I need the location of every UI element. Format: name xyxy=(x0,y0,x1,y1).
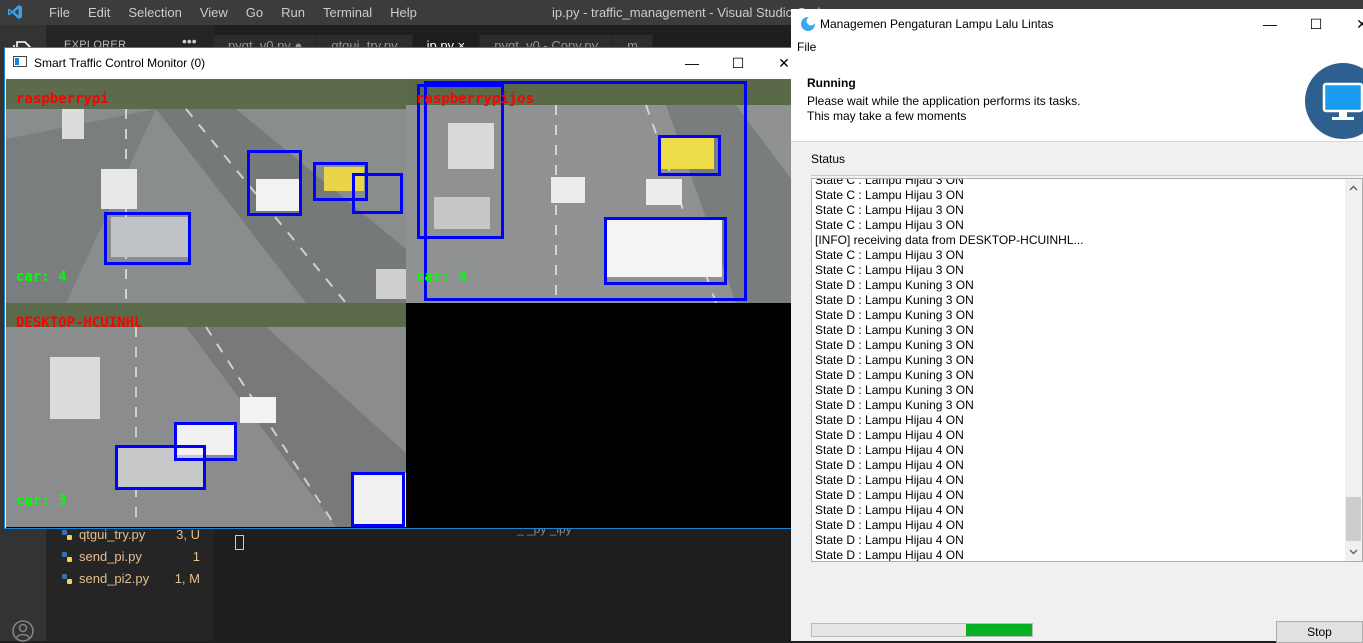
maximize-button[interactable]: ☐ xyxy=(715,48,761,78)
manager-title: Managemen Pengaturan Lampu Lalu Lintas xyxy=(820,17,1054,31)
header-title: Running xyxy=(807,76,856,90)
progress-fill xyxy=(966,624,1032,636)
detection-box xyxy=(104,212,191,265)
progress-bar xyxy=(811,623,1033,637)
log-line: State C : Lampu Hijau 3 ON xyxy=(815,178,964,187)
minimize-button[interactable]: — xyxy=(669,48,715,78)
detection-box xyxy=(174,422,237,461)
log-line: State D : Lampu Kuning 3 ON xyxy=(815,398,974,412)
python-file-icon xyxy=(62,574,72,584)
window-app-icon xyxy=(13,56,27,67)
log-line: State D : Lampu Kuning 3 ON xyxy=(815,278,974,292)
log-line: State D : Lampu Hijau 4 ON xyxy=(815,518,964,532)
log-line: State D : Lampu Hijau 4 ON xyxy=(815,548,964,562)
log-line: State D : Lampu Hijau 4 ON xyxy=(815,488,964,502)
camera-feed-raspberrypi: raspberrypi car: 4 xyxy=(6,79,406,303)
file-status: 1 xyxy=(192,549,200,564)
feed-car-count: car: 4 xyxy=(16,269,67,285)
menu-file[interactable]: File xyxy=(797,40,816,54)
log-line: [INFO] receiving data from DESKTOP-HCUIN… xyxy=(815,233,1084,247)
minimize-button[interactable]: — xyxy=(1247,9,1293,39)
log-line: State D : Lampu Hijau 4 ON xyxy=(815,533,964,547)
account-icon[interactable] xyxy=(11,619,35,643)
file-name: send_pi.py xyxy=(79,549,142,564)
log-line: State D : Lampu Kuning 3 ON xyxy=(815,353,974,367)
log-line: State D : Lampu Kuning 3 ON xyxy=(815,368,974,382)
monitor-title: Smart Traffic Control Monitor (0) xyxy=(34,56,206,70)
scroll-down-icon[interactable] xyxy=(1348,546,1359,557)
status-divider xyxy=(811,175,1363,176)
file-status: 1, M xyxy=(174,571,200,586)
feed-device-name: raspberrypi xyxy=(16,91,109,107)
detection-box xyxy=(351,472,405,527)
log-line: State D : Lampu Hijau 4 ON xyxy=(815,458,964,472)
log-line: State D : Lampu Kuning 3 ON xyxy=(815,293,974,307)
vscode-menubar: File Edit Selection View Go Run Terminal… xyxy=(40,0,426,25)
python-file-icon xyxy=(62,552,72,562)
stop-button[interactable]: Stop xyxy=(1276,621,1363,643)
log-line: State D : Lampu Hijau 4 ON xyxy=(815,473,964,487)
vscode-logo-icon xyxy=(8,5,22,19)
log-line: State D : Lampu Kuning 3 ON xyxy=(815,308,974,322)
log-line: State C : Lampu Hijau 3 ON xyxy=(815,248,964,262)
terminal-cursor xyxy=(235,535,244,550)
file-item-send-pi[interactable]: send_pi.py 1 xyxy=(62,546,212,568)
detection-box xyxy=(247,150,302,216)
close-button[interactable]: ✕ xyxy=(1339,9,1363,39)
camera-feed-raspberrypijos: raspberrypijos car: 4 xyxy=(406,79,806,303)
menu-help[interactable]: Help xyxy=(381,0,426,25)
monitor-titlebar[interactable]: Smart Traffic Control Monitor (0) — ☐ ✕ xyxy=(5,48,806,78)
detection-box xyxy=(604,217,727,285)
detection-box xyxy=(352,173,403,214)
file-item-send-pi2[interactable]: send_pi2.py 1, M xyxy=(62,568,212,590)
menu-run[interactable]: Run xyxy=(272,0,314,25)
scroll-thumb[interactable] xyxy=(1346,497,1361,541)
log-line: State D : Lampu Hijau 4 ON xyxy=(815,443,964,457)
menu-terminal[interactable]: Terminal xyxy=(314,0,381,25)
app-icon xyxy=(801,16,816,31)
traffic-monitor-window: Smart Traffic Control Monitor (0) — ☐ ✕ xyxy=(4,47,807,529)
wizard-header: Running Please wait while the applicatio… xyxy=(791,59,1363,142)
menu-go[interactable]: Go xyxy=(237,0,272,25)
python-file-icon xyxy=(62,530,72,540)
feed-device-name: raspberrypijos xyxy=(416,91,535,107)
log-line: State D : Lampu Kuning 3 ON xyxy=(815,383,974,397)
maximize-button[interactable]: ☐ xyxy=(1293,9,1339,39)
log-line: State D : Lampu Hijau 4 ON xyxy=(815,428,964,442)
feed-device-name: DESKTOP-HCUINHL xyxy=(16,315,143,331)
file-name: send_pi2.py xyxy=(79,571,150,586)
menu-selection[interactable]: Selection xyxy=(119,0,190,25)
header-subtitle: Please wait while the application perfor… xyxy=(807,94,1081,108)
manager-titlebar[interactable]: Managemen Pengaturan Lampu Lalu Lintas —… xyxy=(791,9,1363,39)
manager-menubar: File xyxy=(791,39,1363,59)
camera-feed-empty xyxy=(406,303,806,527)
log-line: State C : Lampu Hijau 3 ON xyxy=(815,188,964,202)
log-line: State C : Lampu Hijau 3 ON xyxy=(815,263,964,277)
log-scrollbar[interactable] xyxy=(1345,179,1362,561)
log-line: State D : Lampu Kuning 3 ON xyxy=(815,323,974,337)
camera-grid: raspberrypi car: 4 raspberrypijos car: 4… xyxy=(6,79,806,528)
traffic-manager-window: Managemen Pengaturan Lampu Lalu Lintas —… xyxy=(791,9,1363,643)
scroll-up-icon[interactable] xyxy=(1348,183,1359,194)
menu-file[interactable]: File xyxy=(40,0,79,25)
camera-feed-desktop-hcuinhl: DESKTOP-HCUINHL car: 3 xyxy=(6,303,406,527)
menu-view[interactable]: View xyxy=(191,0,237,25)
log-line: State D : Lampu Hijau 4 ON xyxy=(815,413,964,427)
feed-car-count: car: 4 xyxy=(416,269,467,285)
log-line: State C : Lampu Hijau 3 ON xyxy=(815,203,964,217)
menu-edit[interactable]: Edit xyxy=(79,0,119,25)
status-label: Status xyxy=(811,152,846,166)
detection-box xyxy=(658,135,721,176)
status-log[interactable]: State C : Lampu Hijau 3 ON State C : Lamp… xyxy=(811,178,1363,562)
header-note: This may take a few moments xyxy=(807,109,967,123)
log-line: State D : Lampu Kuning 3 ON xyxy=(815,338,974,352)
log-line: State D : Lampu Hijau 4 ON xyxy=(815,503,964,517)
vscode-window-title: ip.py - traffic_management - Visual Stud… xyxy=(552,5,828,20)
log-line: State C : Lampu Hijau 3 ON xyxy=(815,218,964,232)
feed-car-count: car: 3 xyxy=(16,493,67,509)
computer-monitor-icon xyxy=(1305,63,1363,139)
